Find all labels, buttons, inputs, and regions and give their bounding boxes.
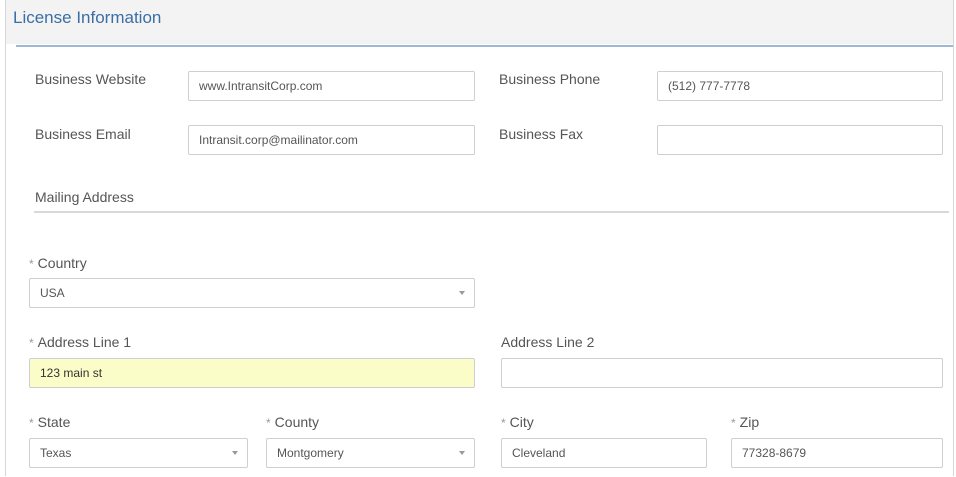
address-line-1-input[interactable]: 123 main st <box>29 358 475 388</box>
address-line-2-input[interactable] <box>501 358 943 388</box>
business-fax-input[interactable] <box>657 125 943 155</box>
required-marker: * <box>731 416 736 430</box>
country-selected-value: USA <box>40 286 65 300</box>
panel-header: License Information <box>6 0 953 44</box>
county-select[interactable]: Montgomery <box>266 438 475 468</box>
state-selected-value: Texas <box>40 446 72 460</box>
required-marker: * <box>29 416 34 430</box>
business-phone-input[interactable]: (512) 777-7778 <box>657 71 943 101</box>
city-input[interactable]: Cleveland <box>501 438 707 468</box>
mailing-address-heading: Mailing Address <box>35 189 134 205</box>
state-label: * State <box>29 414 71 430</box>
business-website-label: Business Website <box>35 71 147 87</box>
panel-title: License Information <box>13 8 162 27</box>
country-select[interactable]: USA <box>29 278 475 308</box>
business-fax-label: Business Fax <box>499 126 584 142</box>
chevron-down-icon <box>459 291 465 295</box>
panel-header-divider <box>16 45 953 47</box>
chevron-down-icon <box>459 451 465 455</box>
mailing-address-divider <box>34 211 949 213</box>
required-marker: * <box>29 257 34 271</box>
address-line-1-label: * Address Line 1 <box>29 334 132 350</box>
zip-input[interactable]: 77328-8679 <box>731 438 943 468</box>
address-line-2-label: Address Line 2 <box>501 334 595 350</box>
license-information-panel: License Information Business Website www… <box>5 0 954 476</box>
zip-label: * Zip <box>731 414 760 430</box>
required-marker: * <box>501 416 506 430</box>
business-email-label: Business Email <box>35 126 131 142</box>
chevron-down-icon <box>232 451 238 455</box>
business-email-input[interactable]: Intransit.corp@mailinator.com <box>188 125 475 155</box>
required-marker: * <box>266 416 271 430</box>
county-selected-value: Montgomery <box>277 446 344 460</box>
city-label: * City <box>501 414 534 430</box>
country-label: * Country <box>29 255 87 271</box>
business-phone-label: Business Phone <box>499 71 601 87</box>
county-label: * County <box>266 414 320 430</box>
state-select[interactable]: Texas <box>29 438 248 468</box>
required-marker: * <box>29 336 34 350</box>
business-website-input[interactable]: www.IntransitCorp.com <box>188 71 475 101</box>
